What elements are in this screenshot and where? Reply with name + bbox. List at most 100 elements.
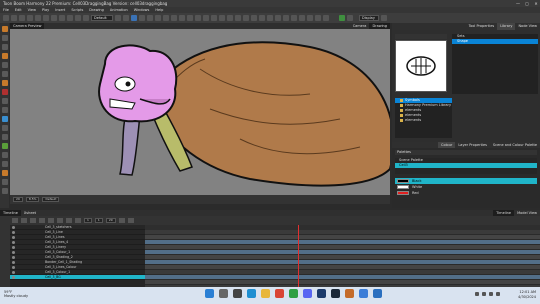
spotify-icon[interactable] bbox=[289, 289, 298, 298]
display-options-icon[interactable] bbox=[381, 15, 387, 21]
flip-icon[interactable] bbox=[283, 15, 289, 21]
shape-tool-icon[interactable] bbox=[131, 15, 137, 21]
chevron-up-icon[interactable] bbox=[475, 292, 479, 296]
rigging-tool-icon[interactable] bbox=[1, 161, 8, 167]
pencil-tool-icon[interactable] bbox=[123, 15, 129, 21]
brush-tool-icon[interactable] bbox=[115, 15, 121, 21]
perspective-tool-icon[interactable] bbox=[203, 15, 209, 21]
frame-row[interactable] bbox=[145, 280, 540, 285]
visibility-icon[interactable] bbox=[12, 265, 15, 269]
onion-skin-icon[interactable] bbox=[118, 218, 125, 223]
last-frame-icon[interactable] bbox=[66, 218, 72, 223]
visibility-icon[interactable] bbox=[12, 240, 15, 244]
menu-drawing[interactable]: Drawing bbox=[89, 8, 104, 12]
dropper-tool-icon[interactable] bbox=[1, 116, 8, 122]
library-folder[interactable]: elements bbox=[395, 118, 452, 123]
mail-icon[interactable] bbox=[373, 289, 382, 298]
visibility-icon[interactable] bbox=[12, 260, 15, 264]
inkbucket-tool-icon[interactable] bbox=[235, 15, 241, 21]
zoom-icon[interactable] bbox=[291, 15, 297, 21]
delete-layer-icon[interactable] bbox=[21, 218, 27, 223]
camera-mask-icon[interactable] bbox=[307, 15, 313, 21]
paste-icon[interactable] bbox=[43, 15, 49, 21]
palette-item[interactable]: Cell3 bbox=[395, 163, 537, 168]
colour-swatch-row[interactable]: Red bbox=[395, 190, 537, 196]
library-item[interactable]: Shape bbox=[452, 39, 538, 44]
sound-icon[interactable] bbox=[347, 15, 353, 21]
visibility-icon[interactable] bbox=[12, 255, 15, 259]
chrome-icon[interactable] bbox=[275, 289, 284, 298]
end-frame-field[interactable]: 29 bbox=[105, 218, 116, 223]
visibility-icon[interactable] bbox=[12, 275, 15, 279]
render-icon[interactable] bbox=[83, 15, 89, 21]
display-select[interactable]: Display bbox=[359, 15, 379, 21]
grid-icon[interactable] bbox=[267, 15, 273, 21]
photoshop-icon[interactable] bbox=[317, 289, 326, 298]
morph-tool-icon[interactable] bbox=[1, 152, 8, 158]
volume-icon[interactable] bbox=[489, 292, 493, 296]
steam-icon[interactable] bbox=[331, 289, 340, 298]
ellipse-tool-icon[interactable] bbox=[139, 15, 145, 21]
visibility-icon[interactable] bbox=[12, 230, 15, 234]
spline-offset-tool-icon[interactable] bbox=[1, 179, 8, 185]
cutter-tool-icon[interactable] bbox=[179, 15, 185, 21]
play-icon[interactable] bbox=[339, 15, 345, 21]
camera-viewport[interactable] bbox=[10, 29, 390, 195]
smoothing-tool-icon[interactable] bbox=[187, 15, 193, 21]
transform-tool-icon[interactable] bbox=[1, 35, 8, 41]
animate-tool-icon[interactable] bbox=[1, 170, 8, 176]
task-view-icon[interactable] bbox=[233, 289, 242, 298]
view-mode-field[interactable]: Default bbox=[42, 197, 60, 202]
redo-icon[interactable] bbox=[19, 15, 25, 21]
delete-icon[interactable] bbox=[51, 15, 57, 21]
tab-library[interactable]: Library bbox=[497, 23, 516, 30]
menu-animation[interactable]: Animation bbox=[110, 8, 128, 12]
visibility-icon[interactable] bbox=[12, 250, 15, 254]
rectangle-tool-icon[interactable] bbox=[1, 89, 8, 95]
line-tool-icon[interactable] bbox=[147, 15, 153, 21]
undo-icon[interactable] bbox=[11, 15, 17, 21]
reset-view-icon[interactable] bbox=[299, 15, 305, 21]
brush-tool-icon[interactable] bbox=[1, 53, 8, 59]
next-frame-icon[interactable] bbox=[57, 218, 63, 223]
import-icon[interactable] bbox=[59, 15, 65, 21]
play-icon[interactable] bbox=[48, 218, 54, 223]
export-icon[interactable] bbox=[67, 15, 73, 21]
timeline-frames[interactable] bbox=[145, 225, 540, 287]
text-tool-icon[interactable] bbox=[1, 107, 8, 113]
file-explorer-icon[interactable] bbox=[261, 289, 270, 298]
light-table-icon[interactable] bbox=[259, 15, 265, 21]
add-layer-icon[interactable] bbox=[12, 218, 18, 223]
paint-tool-icon[interactable] bbox=[227, 15, 233, 21]
stroke-tool-icon[interactable] bbox=[211, 15, 217, 21]
layer-row[interactable]: Cell_3_BG bbox=[10, 275, 145, 280]
pencil-tool-icon[interactable] bbox=[1, 62, 8, 68]
minimize-button[interactable]: — bbox=[516, 1, 520, 6]
system-clock[interactable]: 12:01 AM 4/30/2024 bbox=[518, 290, 536, 299]
tab-node-view[interactable]: Node View bbox=[515, 23, 540, 30]
playhead[interactable] bbox=[298, 225, 299, 287]
menu-view[interactable]: View bbox=[28, 8, 36, 12]
start-frame-field[interactable]: 1 bbox=[94, 218, 103, 223]
dropper-tool-icon[interactable] bbox=[243, 15, 249, 21]
paint-tool-icon[interactable] bbox=[1, 80, 8, 86]
contour-tool-icon[interactable] bbox=[195, 15, 201, 21]
store-icon[interactable] bbox=[359, 289, 368, 298]
eraser-tool-icon[interactable] bbox=[1, 71, 8, 77]
text-tool-icon[interactable] bbox=[163, 15, 169, 21]
zoom-field[interactable]: 8.5% bbox=[25, 197, 40, 202]
turn-view-icon[interactable] bbox=[275, 15, 281, 21]
loop-icon[interactable] bbox=[75, 218, 81, 223]
envelope-tool-icon[interactable] bbox=[219, 15, 225, 21]
weather-widget[interactable]: 59°F Mostly cloudy bbox=[4, 290, 28, 298]
battery-icon[interactable] bbox=[496, 292, 500, 296]
wifi-icon[interactable] bbox=[482, 292, 486, 296]
keyframe-icon[interactable] bbox=[127, 218, 134, 223]
menu-file[interactable]: File bbox=[3, 8, 9, 12]
copy-icon[interactable] bbox=[35, 15, 41, 21]
workspace-select[interactable]: Default bbox=[91, 15, 113, 21]
contour-editor-tool-icon[interactable] bbox=[1, 44, 8, 50]
rotate-view-tool-icon[interactable] bbox=[1, 143, 8, 149]
current-frame-field[interactable]: 1 bbox=[84, 218, 92, 223]
menu-insert[interactable]: Insert bbox=[55, 8, 65, 12]
